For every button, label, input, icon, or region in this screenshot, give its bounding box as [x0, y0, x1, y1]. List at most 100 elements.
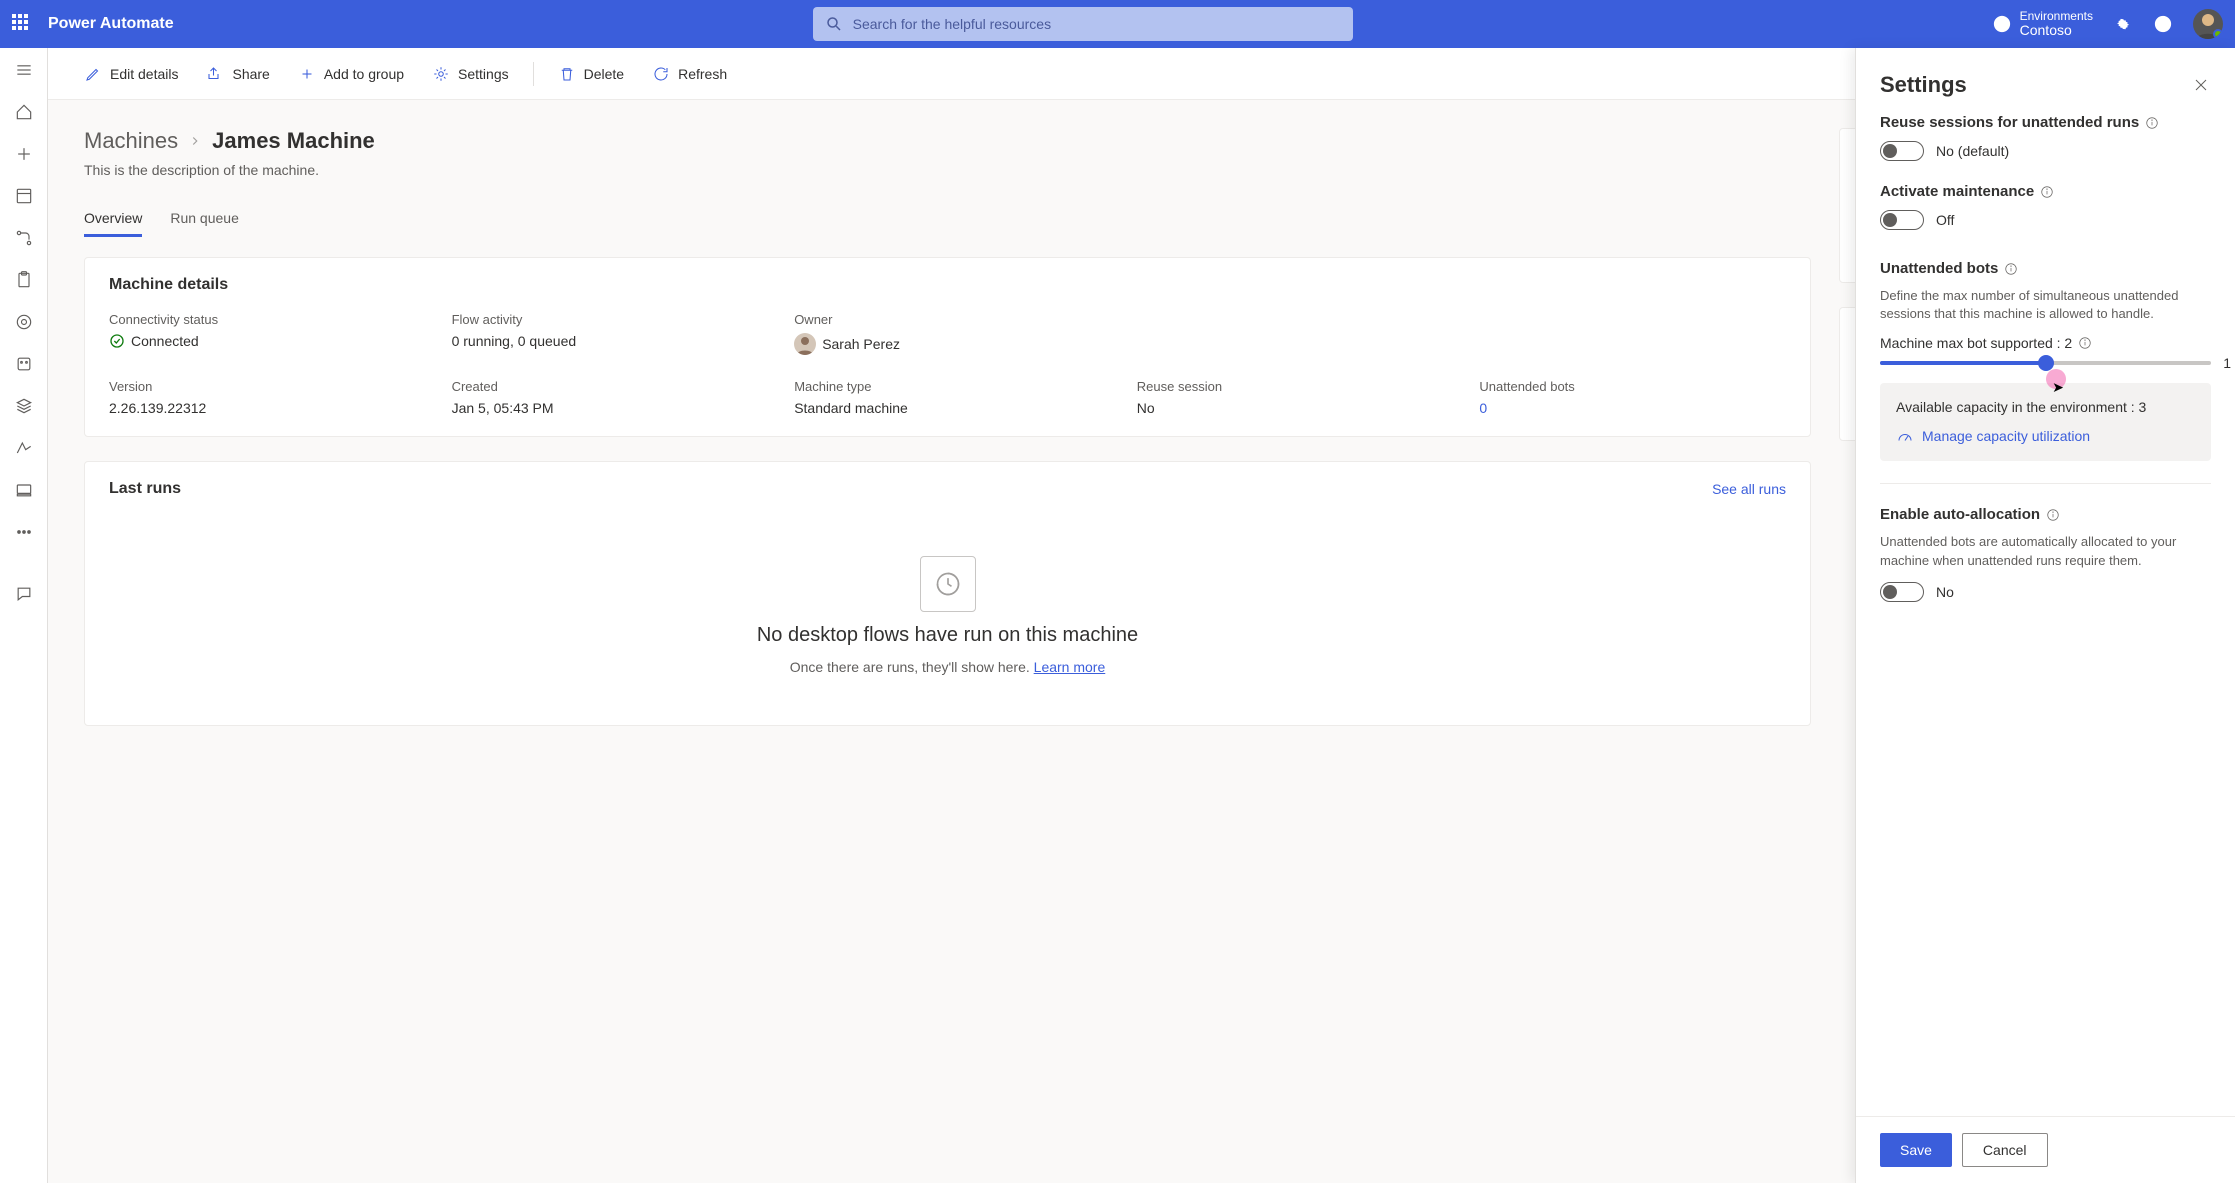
empty-title: No desktop flows have run on this machin… [757, 624, 1138, 647]
delete-button[interactable]: Delete [546, 57, 636, 91]
tab-list: Overview Run queue [84, 202, 1811, 237]
user-avatar[interactable] [2193, 9, 2223, 39]
info-icon[interactable] [2004, 262, 2018, 276]
info-icon[interactable] [2046, 508, 2060, 522]
chevron-right-icon [188, 134, 202, 148]
owner-avatar-icon [794, 333, 816, 355]
activate-maintenance-label: Activate maintenance [1880, 183, 2211, 200]
clipboard-icon[interactable] [14, 270, 34, 290]
last-runs-card: Last runs See all runs No desktop flows … [84, 461, 1811, 726]
templates-icon[interactable] [14, 186, 34, 206]
unattended-bots-label: Unattended bots [1880, 260, 2211, 277]
solutions-icon[interactable] [14, 396, 34, 416]
tab-overview[interactable]: Overview [84, 202, 142, 237]
see-all-runs-link[interactable]: See all runs [1712, 481, 1786, 497]
info-icon[interactable] [2040, 185, 2054, 199]
top-header: Power Automate Environments Contoso [0, 0, 2235, 48]
search-box[interactable] [813, 7, 1353, 41]
help-icon[interactable] [2153, 14, 2173, 34]
more-icon[interactable] [14, 522, 34, 542]
machine-details-card: Machine details Connectivity status Conn… [84, 257, 1811, 437]
detail-label: Reuse session [1137, 379, 1444, 394]
toggle-value: Off [1936, 212, 1954, 228]
refresh-icon [652, 65, 670, 83]
share-button[interactable]: Share [194, 57, 281, 91]
cancel-button[interactable]: Cancel [1962, 1133, 2048, 1167]
chatbot-icon[interactable] [14, 584, 34, 604]
page-description: This is the description of the machine. [84, 162, 1811, 178]
plus-icon[interactable] [14, 144, 34, 164]
reuse-sessions-toggle[interactable] [1880, 141, 1924, 161]
owner: Sarah Perez [794, 333, 1786, 355]
globe-icon [1992, 14, 2012, 34]
waffle-icon[interactable] [12, 14, 32, 34]
settings-gear-icon[interactable] [2113, 14, 2133, 34]
ai-icon[interactable] [14, 354, 34, 374]
toggle-value: No (default) [1936, 143, 2009, 159]
trash-icon [558, 65, 576, 83]
tab-run-queue[interactable]: Run queue [170, 202, 239, 237]
detail-label: Flow activity [452, 312, 759, 327]
detail-label: Version [109, 379, 416, 394]
slider-label: Machine max bot supported : 2 [1880, 335, 2211, 351]
hamburger-icon[interactable] [14, 60, 34, 80]
auto-allocation-toggle[interactable] [1880, 582, 1924, 602]
machine-type: Standard machine [794, 400, 1101, 416]
check-circle-icon [109, 333, 125, 349]
auto-allocation-label: Enable auto-allocation [1880, 506, 2211, 523]
refresh-button[interactable]: Refresh [640, 57, 739, 91]
empty-subtitle: Once there are runs, they'll show here. … [790, 659, 1106, 675]
bots-description: Define the max number of simultaneous un… [1880, 287, 2211, 323]
environment-name: Contoso [2020, 23, 2093, 38]
history-icon [920, 556, 976, 612]
card-title: Last runs [109, 480, 181, 498]
reuse-sessions-label: Reuse sessions for unattended runs [1880, 114, 2211, 131]
bots-slider[interactable] [1880, 361, 2211, 365]
edit-details-button[interactable]: Edit details [72, 57, 190, 91]
breadcrumb-parent[interactable]: Machines [84, 128, 178, 154]
home-icon[interactable] [14, 102, 34, 122]
plus-circle-icon [298, 65, 316, 83]
pencil-icon [84, 65, 102, 83]
add-group-label: Add to group [324, 66, 404, 82]
flow-activity: 0 running, 0 queued [452, 333, 759, 349]
info-icon[interactable] [2078, 336, 2092, 350]
close-icon[interactable] [2191, 75, 2211, 95]
slider-max: 1 [2223, 355, 2231, 371]
delete-label: Delete [584, 66, 624, 82]
slider-thumb[interactable] [2038, 355, 2054, 371]
save-button[interactable]: Save [1880, 1133, 1952, 1167]
environment-picker[interactable]: Environments Contoso [1992, 10, 2093, 39]
info-icon[interactable] [2145, 116, 2159, 130]
add-to-group-button[interactable]: Add to group [286, 57, 416, 91]
app-title: Power Automate [48, 15, 174, 33]
detail-label: Unattended bots [1479, 379, 1786, 394]
detail-label: Machine type [794, 379, 1101, 394]
connections-icon[interactable] [14, 438, 34, 458]
settings-label: Settings [458, 66, 509, 82]
detail-label: Created [452, 379, 759, 394]
refresh-label: Refresh [678, 66, 727, 82]
maintenance-toggle[interactable] [1880, 210, 1924, 230]
capacity-text: Available capacity in the environment : … [1896, 399, 2195, 415]
flows-icon[interactable] [14, 228, 34, 248]
unattended-bots-link[interactable]: 0 [1479, 400, 1786, 416]
gauge-icon [1896, 427, 1914, 445]
capacity-box: Available capacity in the environment : … [1880, 383, 2211, 461]
settings-panel: Settings Reuse sessions for unattended r… [1855, 48, 2235, 1183]
share-icon [206, 65, 224, 83]
learn-more-link[interactable]: Learn more [1034, 659, 1106, 675]
edit-label: Edit details [110, 66, 178, 82]
environments-label: Environments [2020, 10, 2093, 23]
settings-button[interactable]: Settings [420, 57, 521, 91]
toggle-value: No [1936, 584, 1954, 600]
process-icon[interactable] [14, 312, 34, 332]
panel-title: Settings [1880, 72, 1967, 98]
connectivity-status: Connected [109, 333, 416, 349]
machines-icon[interactable] [14, 480, 34, 500]
auto-alloc-description: Unattended bots are automatically alloca… [1880, 533, 2211, 569]
manage-capacity-link[interactable]: Manage capacity utilization [1896, 427, 2195, 445]
detail-label: Connectivity status [109, 312, 416, 327]
search-input[interactable] [853, 16, 1341, 32]
divider [533, 62, 534, 86]
